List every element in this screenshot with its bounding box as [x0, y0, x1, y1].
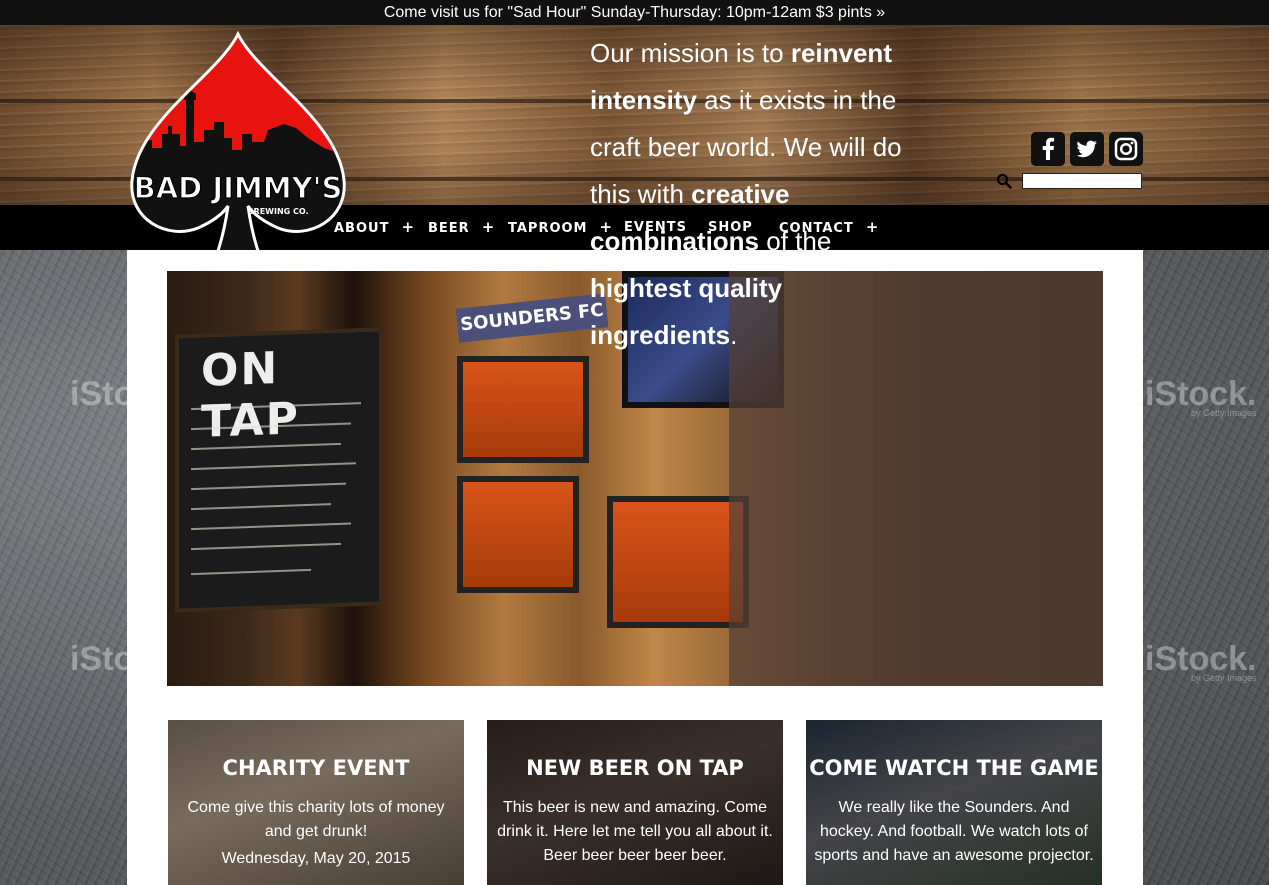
card-text: This beer is new and amazing. Come drink…	[497, 799, 773, 864]
twitter-icon[interactable]	[1070, 132, 1104, 166]
event-card[interactable]: COME WATCH THE GAME We really like the S…	[806, 720, 1102, 885]
card-title[interactable]: NEW BEER ON TAP	[487, 756, 783, 780]
mission-statement: Our mission is to reinvent intensity as …	[590, 38, 902, 350]
promo-banner-text[interactable]: Come visit us for "Sad Hour" Sunday-Thur…	[384, 4, 885, 21]
search-icon[interactable]	[996, 173, 1012, 189]
logo-sub: BREWING CO.	[247, 207, 308, 216]
card-text: Come give this charity lots of money and…	[187, 799, 445, 840]
scarf: SOUNDERS FC	[455, 293, 609, 343]
nav-item-beer[interactable]: BEER +	[428, 205, 495, 250]
card-text: We really like the Sounders. And hockey.…	[814, 799, 1094, 864]
plus-icon[interactable]: +	[482, 218, 496, 236]
card-title[interactable]: COME WATCH THE GAME	[806, 756, 1102, 780]
promo-banner[interactable]: Come visit us for "Sad Hour" Sunday-Thur…	[0, 0, 1269, 25]
bad-jimmys-logo[interactable]: BAD JIMMY'S BREWING CO.	[128, 30, 348, 282]
facebook-icon[interactable]	[1031, 132, 1065, 166]
event-card[interactable]: CHARITY EVENT Come give this charity lot…	[168, 720, 464, 885]
logo-name: BAD JIMMY'S	[134, 171, 343, 205]
instagram-icon[interactable]	[1109, 132, 1143, 166]
card-title[interactable]: CHARITY EVENT	[168, 756, 464, 780]
event-card[interactable]: NEW BEER ON TAP This beer is new and ama…	[487, 720, 783, 885]
shelf	[607, 496, 749, 628]
search-input[interactable]	[1022, 173, 1142, 189]
watermark: iStock. by Getty Images	[1145, 375, 1257, 418]
chalkboard: ON TAP	[175, 327, 383, 613]
watermark: iStock. by Getty Images	[1145, 640, 1257, 683]
card-date: Wednesday, May 20, 2015	[221, 850, 411, 867]
plus-icon[interactable]: +	[401, 218, 415, 236]
shelf	[457, 356, 589, 463]
shelf	[457, 476, 579, 593]
chalkboard-title: ON TAP	[201, 342, 300, 448]
